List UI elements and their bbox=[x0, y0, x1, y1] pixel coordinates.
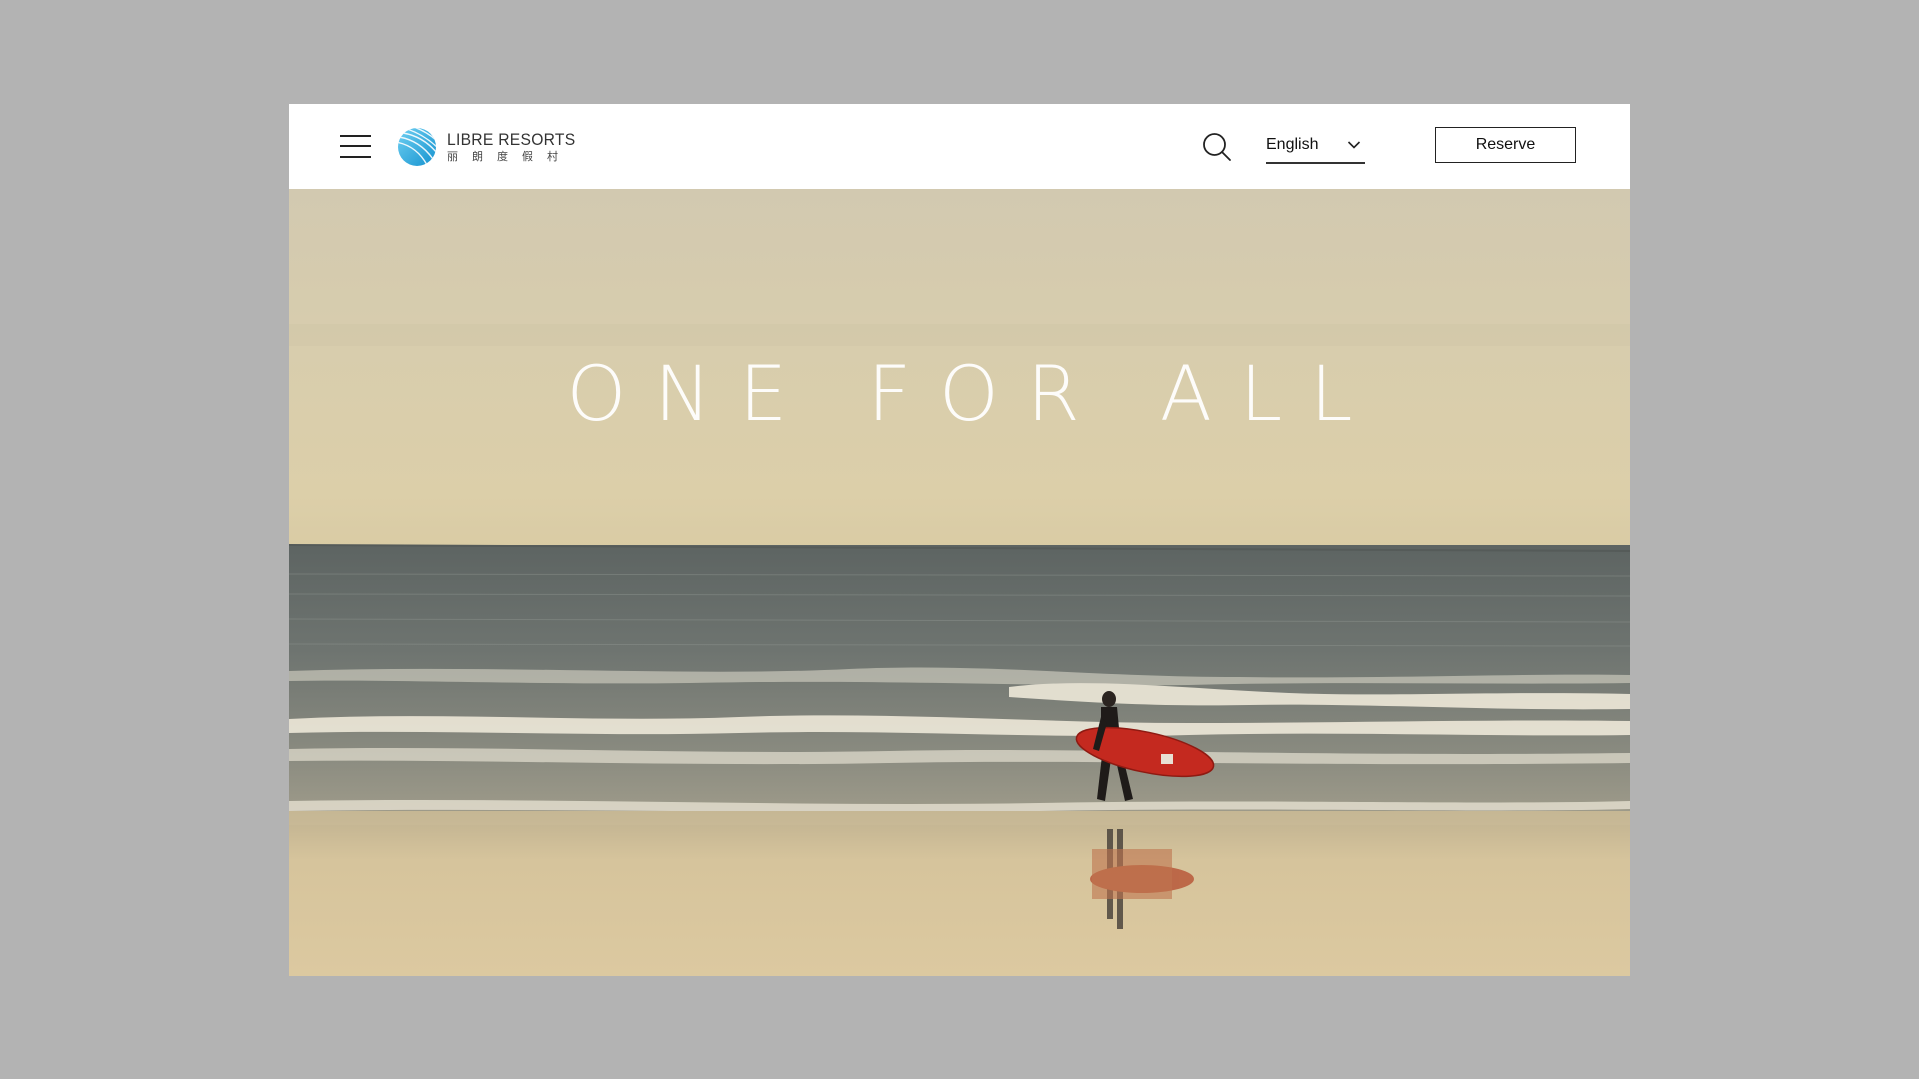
hamburger-menu-icon[interactable] bbox=[340, 133, 371, 159]
brand-name-en: LIBRE RESORTS bbox=[447, 130, 576, 149]
top-navbar: LIBRE RESORTS 丽朗度假村 English Reserve bbox=[289, 104, 1630, 189]
brand-logo[interactable]: LIBRE RESORTS 丽朗度假村 bbox=[397, 126, 587, 168]
brand-wordmark: LIBRE RESORTS 丽朗度假村 bbox=[447, 130, 587, 164]
surfer-walking-on-beach-photo bbox=[289, 189, 1630, 976]
language-selected-value: English bbox=[1266, 136, 1319, 153]
brand-name-cn: 丽朗度假村 bbox=[447, 150, 572, 163]
reserve-button[interactable]: Reserve bbox=[1435, 127, 1576, 163]
hero-banner: ONE FOR ALL bbox=[289, 189, 1630, 976]
wave-globe-icon bbox=[398, 128, 436, 166]
hero-title: ONE FOR ALL bbox=[566, 349, 1381, 438]
chevron-down-icon bbox=[1347, 141, 1361, 149]
language-select[interactable]: English bbox=[1266, 130, 1365, 164]
search-icon[interactable] bbox=[1201, 131, 1233, 163]
page-frame: LIBRE RESORTS 丽朗度假村 English Reserve ONE … bbox=[289, 104, 1630, 976]
